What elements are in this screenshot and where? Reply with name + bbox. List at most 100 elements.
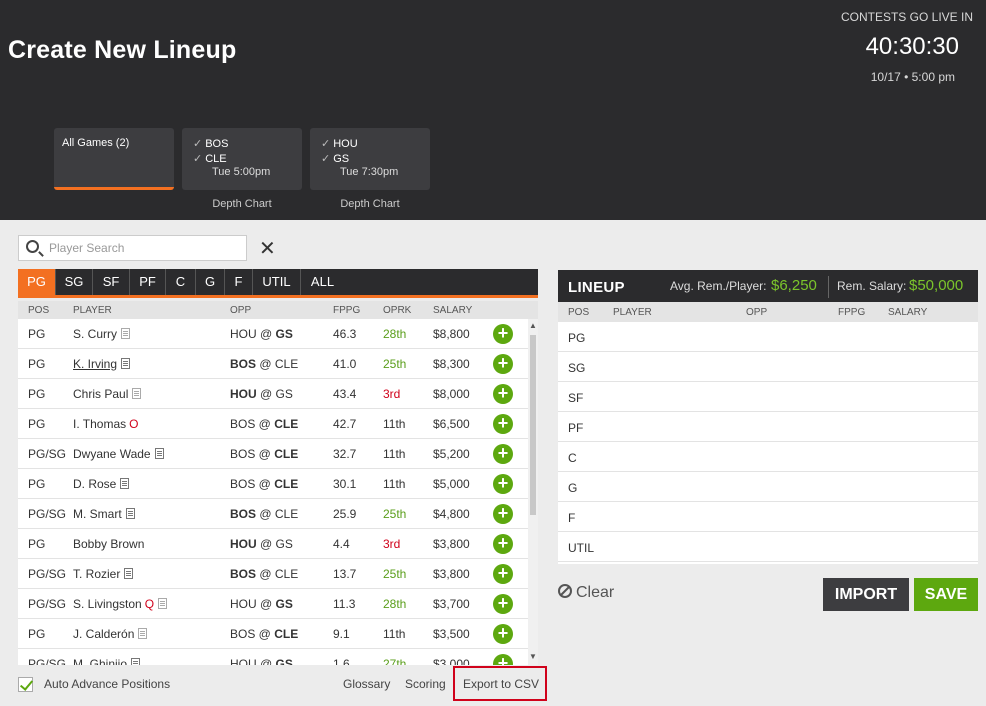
player-name[interactable]: Bobby Brown [73,537,144,551]
player-name[interactable]: S. Livingston [73,597,142,611]
depth-chart-link[interactable]: Depth Chart [182,198,302,210]
player-name[interactable]: D. Rose [73,477,116,491]
player-row[interactable]: PG/SG M. Smart BOS @ CLE 25.9 25th $4,800 + [18,499,528,529]
add-player-icon[interactable]: + [493,354,513,374]
add-player-icon[interactable]: + [493,654,513,665]
lineup-slot-f[interactable]: F [558,502,978,532]
player-row[interactable]: PG/SG T. Rozier BOS @ CLE 13.7 25th $3,800 + [18,559,528,589]
scroll-down-icon[interactable]: ▼ [529,652,537,661]
tab-pf[interactable]: PF [130,269,166,295]
player-name[interactable]: J. Calderón [73,627,134,641]
player-list-scrollbar[interactable]: ▲ ▼ [528,319,538,665]
player-name[interactable]: Chris Paul [73,387,128,401]
scoring-link[interactable]: Scoring [405,677,446,691]
player-name-cell[interactable]: Bobby Brown [73,537,144,551]
scroll-thumb[interactable] [530,335,536,515]
player-row[interactable]: PG K. Irving BOS @ CLE 41.0 25th $8,300 + [18,349,528,379]
player-news-icon[interactable] [138,628,148,639]
player-row[interactable]: PG Bobby Brown HOU @ GS 4.4 3rd $3,800 + [18,529,528,559]
lineup-slot-g[interactable]: G [558,472,978,502]
lineup-slot-util[interactable]: UTIL [558,532,978,562]
tab-all[interactable]: ALL [301,269,344,295]
player-row[interactable]: PG/SG Dwyane Wade BOS @ CLE 32.7 11th $5,200 + [18,439,528,469]
player-row[interactable]: PG Chris Paul HOU @ GS 43.4 3rd $8,000 + [18,379,528,409]
add-player-icon[interactable]: + [493,564,513,584]
player-news-icon[interactable] [154,448,164,459]
game-card-bos-cle[interactable]: ✓ BOS ✓ CLE Tue 5:00pm [182,128,302,190]
player-row[interactable]: PG I. Thomas O BOS @ CLE 42.7 11th $6,500 + [18,409,528,439]
player-name-cell[interactable]: S. Livingston Q [73,597,168,611]
glossary-link[interactable]: Glossary [343,677,390,691]
tab-sg[interactable]: SG [56,269,93,295]
scroll-up-icon[interactable]: ▲ [529,321,537,330]
tab-f[interactable]: F [225,269,253,295]
tab-pg[interactable]: PG [18,269,56,295]
player-row[interactable]: PG/SG M. Ghiniio HOU @ GS 1.6 27th $3,000 + [18,649,528,665]
player-news-icon[interactable] [124,568,134,579]
player-name[interactable]: M. Smart [73,507,122,521]
clear-search-icon[interactable]: ✕ [259,236,276,261]
player-row[interactable]: PG S. Curry HOU @ GS 46.3 28th $8,800 + [18,319,528,349]
player-news-icon[interactable] [132,388,142,399]
game-card-hou-gs[interactable]: ✓ HOU ✓ GS Tue 7:30pm [310,128,430,190]
player-name[interactable]: S. Curry [73,327,117,341]
player-row[interactable]: PG J. Calderón BOS @ CLE 9.1 11th $3,500 + [18,619,528,649]
player-name-cell[interactable]: M. Ghiniio [73,657,141,665]
col-salary[interactable]: SALARY [433,305,472,316]
player-news-icon[interactable] [131,658,141,665]
auto-advance-checkbox[interactable] [18,677,33,692]
col-player[interactable]: PLAYER [73,305,112,316]
player-name[interactable]: Dwyane Wade [73,447,151,461]
add-player-icon[interactable]: + [493,624,513,644]
player-news-icon[interactable] [158,598,168,609]
player-news-icon[interactable] [121,358,131,369]
add-player-icon[interactable]: + [493,474,513,494]
tab-sf[interactable]: SF [93,269,130,295]
add-player-icon[interactable]: + [493,414,513,434]
game-filter-all[interactable]: All Games (2) [54,128,174,190]
lineup-slot-sg[interactable]: SG [558,352,978,382]
player-row[interactable]: PG/SG S. Livingston Q HOU @ GS 11.3 28th $3,70… [18,589,528,619]
player-name[interactable]: M. Ghiniio [73,657,127,665]
clear-lineup-button[interactable]: Clear [558,584,614,602]
player-name-cell[interactable]: J. Calderón [73,627,148,641]
col-fppg[interactable]: FPPG [333,305,360,316]
tab-c[interactable]: C [166,269,196,295]
player-news-icon[interactable] [120,478,130,489]
export-csv-button[interactable]: Export to CSV [453,666,547,701]
player-search-input[interactable] [49,239,239,257]
player-name-cell[interactable]: M. Smart [73,507,135,521]
player-name-cell[interactable]: I. Thomas O [73,417,138,431]
lineup-slot-pf[interactable]: PF [558,412,978,442]
col-oprk[interactable]: OPRK [383,305,411,316]
add-player-icon[interactable]: + [493,384,513,404]
save-button[interactable]: SAVE [914,578,978,611]
player-name-cell[interactable]: D. Rose [73,477,130,491]
lineup-slot-pg[interactable]: PG [558,322,978,352]
tab-g[interactable]: G [196,269,225,295]
player-name-cell[interactable]: T. Rozier [73,567,134,581]
add-player-icon[interactable]: + [493,594,513,614]
add-player-icon[interactable]: + [493,444,513,464]
auto-advance-label[interactable]: Auto Advance Positions [44,677,170,691]
player-news-icon[interactable] [121,328,131,339]
player-name[interactable]: T. Rozier [73,567,120,581]
tab-util[interactable]: UTIL [253,269,301,295]
player-row[interactable]: PG D. Rose BOS @ CLE 30.1 11th $5,000 + [18,469,528,499]
depth-chart-link[interactable]: Depth Chart [310,198,430,210]
lineup-slot-sf[interactable]: SF [558,382,978,412]
player-name[interactable]: I. Thomas [73,417,126,431]
player-name-cell[interactable]: K. Irving [73,357,131,371]
col-pos[interactable]: POS [28,305,49,316]
lineup-slot-c[interactable]: C [558,442,978,472]
player-news-icon[interactable] [125,508,135,519]
add-player-icon[interactable]: + [493,534,513,554]
player-name-cell[interactable]: Chris Paul [73,387,142,401]
col-opp[interactable]: OPP [230,305,251,316]
player-name[interactable]: K. Irving [73,357,117,371]
add-player-icon[interactable]: + [493,504,513,524]
player-name-cell[interactable]: S. Curry [73,327,131,341]
add-player-icon[interactable]: + [493,324,513,344]
player-name-cell[interactable]: Dwyane Wade [73,447,164,461]
import-button[interactable]: IMPORT [823,578,909,611]
